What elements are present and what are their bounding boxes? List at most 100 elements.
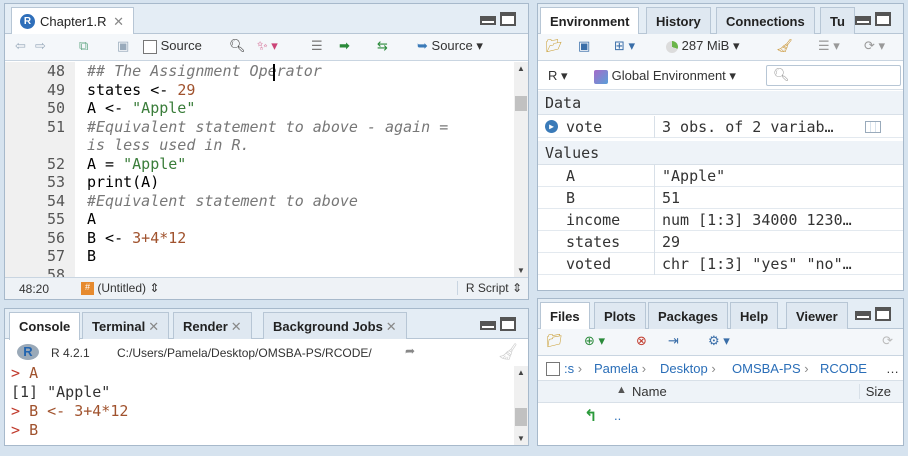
close-icon[interactable]: ✕ bbox=[148, 319, 159, 334]
run-line-icon[interactable]: ➡ bbox=[339, 38, 350, 57]
minimize-icon[interactable] bbox=[855, 16, 871, 25]
editor-scrollbar[interactable]: ▲ ▼ bbox=[514, 62, 528, 277]
size-column-header[interactable]: Size bbox=[858, 384, 891, 399]
breadcrumb-item[interactable]: OMSBA-PS › bbox=[732, 361, 809, 376]
code-token: is less used in R. bbox=[87, 136, 250, 154]
breadcrumb-item[interactable]: :s › bbox=[564, 361, 582, 376]
tab-history[interactable]: History bbox=[646, 7, 711, 34]
breadcrumb-item[interactable]: Pamela › bbox=[594, 361, 646, 376]
maximize-icon[interactable] bbox=[875, 307, 891, 321]
value-row[interactable]: B 51 bbox=[538, 187, 903, 209]
console-window-controls[interactable] bbox=[480, 317, 518, 333]
more-gear-icon[interactable]: ⚙ ▾ bbox=[708, 333, 730, 352]
source-on-save-checkbox[interactable]: Source bbox=[143, 38, 202, 57]
tab-connections[interactable]: Connections bbox=[716, 7, 815, 34]
tab-chapter1-r[interactable]: R Chapter1.R ✕ bbox=[11, 7, 135, 35]
language-selector[interactable]: R ▾ bbox=[548, 68, 568, 84]
working-directory[interactable]: C:/Users/Pamela/Desktop/OMSBA-PS/RCODE/ bbox=[117, 346, 372, 360]
expand-icon[interactable]: ▶ bbox=[545, 120, 558, 133]
refresh-icon[interactable]: ⟳ ▾ bbox=[864, 38, 885, 57]
tab-viewer[interactable]: Viewer bbox=[786, 302, 848, 329]
window-controls[interactable] bbox=[480, 12, 518, 28]
delete-icon[interactable]: ⊗ bbox=[636, 333, 647, 352]
back-arrow-icon[interactable]: ⇦ bbox=[15, 38, 26, 57]
value-row[interactable]: income num [1:3] 34000 1230… bbox=[538, 209, 903, 231]
close-icon[interactable]: ✕ bbox=[386, 319, 397, 334]
scroll-up-icon[interactable]: ▲ bbox=[517, 64, 525, 73]
import-dataset-icon[interactable]: ⊞ ▾ bbox=[614, 38, 635, 57]
tab-help[interactable]: Help bbox=[730, 302, 779, 329]
name-column-header[interactable]: Name bbox=[632, 384, 667, 399]
load-workspace-icon[interactable]: 📂︎ bbox=[546, 38, 563, 57]
close-icon[interactable]: ✕ bbox=[231, 319, 242, 334]
console-output[interactable]: > A [1] "Apple" > B <- 3+4*12 > B bbox=[5, 366, 514, 445]
breadcrumb-item[interactable]: Desktop › bbox=[660, 361, 716, 376]
scope-selector[interactable]: # (Untitled) ⇕ bbox=[81, 281, 159, 296]
scroll-up-icon[interactable]: ▲ bbox=[517, 368, 525, 377]
tab-packages[interactable]: Packages bbox=[648, 302, 728, 329]
value-row[interactable]: voted chr [1:3] "yes" "no"… bbox=[538, 253, 903, 275]
code-editor[interactable]: 48 49 50 51 52 53 54 55 56 57 58 ## The Assignment… bbox=[5, 62, 514, 281]
tab-render[interactable]: Render ✕ bbox=[173, 312, 252, 339]
memory-usage[interactable]: 287 MiB ▾ bbox=[666, 38, 739, 57]
tab-files[interactable]: Files bbox=[540, 302, 590, 330]
value-row[interactable]: states 29 bbox=[538, 231, 903, 253]
source-button[interactable]: ➥ Source ▾ bbox=[417, 38, 483, 57]
maximize-icon[interactable] bbox=[500, 317, 516, 331]
value-row[interactable]: A "Apple" bbox=[538, 165, 903, 187]
save-workspace-icon[interactable]: ▣ bbox=[578, 38, 590, 57]
minimize-icon[interactable] bbox=[480, 321, 496, 330]
more-path-button[interactable]: … bbox=[886, 361, 899, 376]
new-file-icon[interactable]: ⊕ ▾ bbox=[584, 333, 605, 352]
tab-plots[interactable]: Plots bbox=[594, 302, 646, 329]
scroll-thumb[interactable] bbox=[515, 96, 527, 111]
column-divider bbox=[654, 165, 655, 187]
environment-tabbar: Environment History Connections Tu bbox=[538, 4, 903, 35]
files-window-controls[interactable] bbox=[855, 307, 893, 323]
file-type-selector[interactable]: R Script ⇕ bbox=[456, 281, 522, 295]
scroll-down-icon[interactable]: ▼ bbox=[517, 266, 525, 275]
list-view-icon[interactable]: ☰ ▾ bbox=[818, 38, 840, 57]
view-table-icon[interactable] bbox=[865, 121, 881, 133]
show-in-window-icon[interactable]: ⧉ bbox=[79, 38, 88, 57]
close-icon[interactable]: ✕ bbox=[113, 14, 124, 29]
parent-folder-link[interactable]: .. bbox=[614, 408, 621, 423]
clear-console-icon[interactable]: 🧹︎ bbox=[498, 342, 518, 362]
env-scope-selector[interactable]: Global Environment ▾ bbox=[594, 68, 736, 84]
tab-terminal[interactable]: Terminal ✕ bbox=[82, 312, 170, 339]
env-search-input[interactable]: 🔍︎ bbox=[766, 65, 901, 86]
save-icon[interactable]: ▣ bbox=[117, 38, 129, 57]
rename-icon[interactable]: ⇥ bbox=[668, 333, 679, 352]
goto-directory-icon[interactable]: ➦ bbox=[405, 344, 415, 358]
new-folder-icon[interactable]: 📁︎ bbox=[546, 333, 563, 352]
tab-background-jobs[interactable]: Background Jobs ✕ bbox=[263, 312, 407, 339]
chevron-right-icon: › bbox=[707, 361, 716, 376]
tab-label: Render bbox=[183, 319, 228, 334]
rerun-icon[interactable]: ⇆ bbox=[377, 38, 388, 57]
minimize-icon[interactable] bbox=[480, 16, 496, 25]
scroll-thumb[interactable] bbox=[515, 408, 527, 426]
find-icon[interactable]: 🔍︎ bbox=[229, 38, 246, 57]
file-row-up[interactable]: ↰ .. bbox=[538, 403, 903, 429]
tab-environment[interactable]: Environment bbox=[540, 7, 640, 35]
select-all-checkbox[interactable] bbox=[546, 362, 560, 376]
breadcrumb-item[interactable]: RCODE bbox=[820, 361, 867, 376]
data-row[interactable]: ▶ vote 3 obs. of 2 variab… bbox=[538, 116, 903, 138]
code-tools-wand-icon[interactable]: ✨︎ ▾ bbox=[257, 38, 278, 57]
tab-console[interactable]: Console bbox=[9, 312, 81, 340]
maximize-icon[interactable] bbox=[500, 12, 516, 26]
clear-objects-broom-icon[interactable]: 🧹︎ bbox=[776, 38, 793, 57]
r-file-icon: R bbox=[20, 14, 35, 29]
scroll-down-icon[interactable]: ▼ bbox=[517, 434, 525, 443]
tab-tu[interactable]: Tu bbox=[820, 7, 855, 34]
checkbox-icon[interactable] bbox=[143, 39, 157, 54]
console-scrollbar[interactable]: ▲ ▼ bbox=[514, 366, 528, 445]
minimize-icon[interactable] bbox=[855, 311, 871, 320]
compile-report-icon[interactable]: ☰ bbox=[311, 38, 323, 57]
env-window-controls[interactable] bbox=[855, 12, 893, 28]
code-line: ## The Assignment Operator bbox=[87, 62, 322, 81]
breadcrumb-label: OMSBA-PS bbox=[732, 361, 801, 376]
maximize-icon[interactable] bbox=[875, 12, 891, 26]
refresh-icon[interactable]: ⟳ bbox=[882, 333, 893, 352]
forward-arrow-icon[interactable]: ⇨ bbox=[35, 38, 46, 57]
